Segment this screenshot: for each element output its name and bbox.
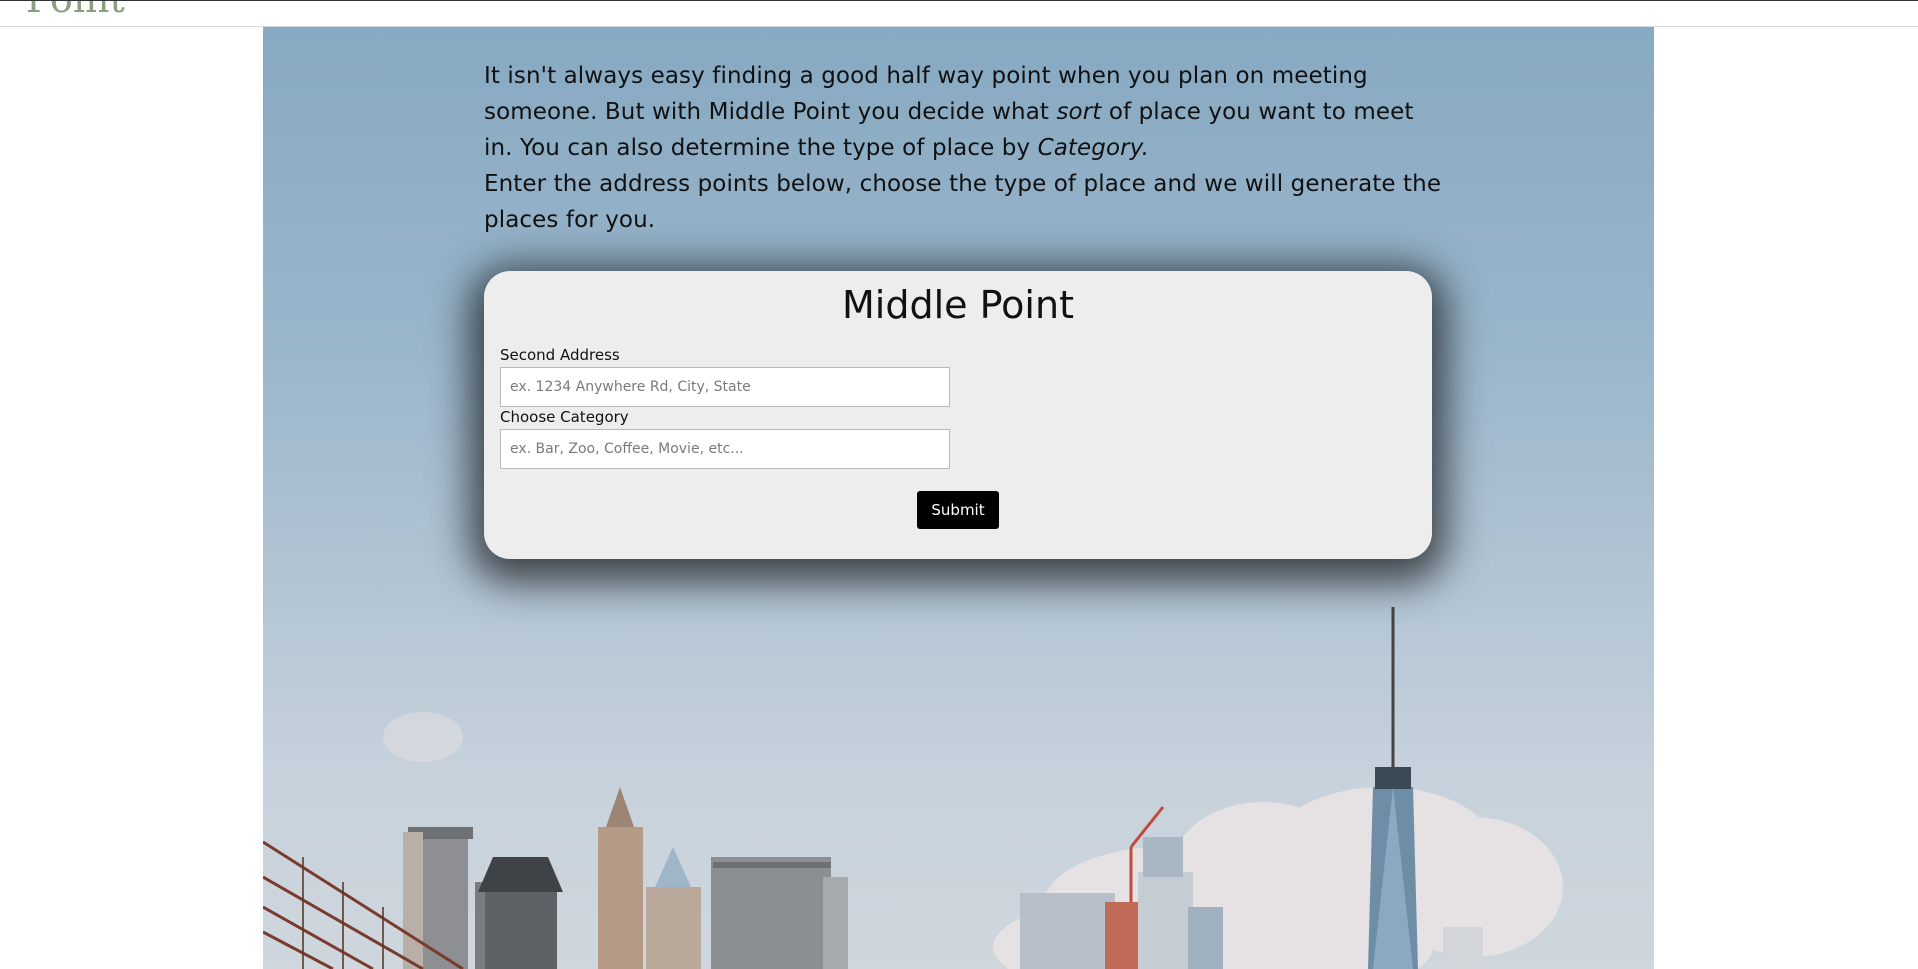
submit-button[interactable]: Submit [917, 491, 999, 529]
intro-instructions: Enter the address points below, choose t… [484, 171, 1442, 233]
second-address-input[interactable] [500, 367, 950, 407]
intro-emphasis-category: Category. [1037, 135, 1150, 161]
category-input[interactable] [500, 429, 950, 469]
search-form-card: Middle Point Second Address Choose Categ… [484, 271, 1432, 559]
intro-text: It isn't always easy finding a good half… [484, 58, 1444, 238]
category-label: Choose Category [500, 408, 629, 426]
intro-emphasis-sort: sort [1056, 99, 1102, 125]
intro-paragraph: It isn't always easy finding a good half… [484, 58, 1444, 166]
brand-logo[interactable]: Point [26, 1, 125, 21]
second-address-label: Second Address [500, 346, 620, 364]
top-nav-bar: Point [0, 0, 1918, 27]
form-title: Middle Point [842, 283, 1074, 327]
hero-background: It isn't always easy finding a good half… [263, 27, 1654, 969]
